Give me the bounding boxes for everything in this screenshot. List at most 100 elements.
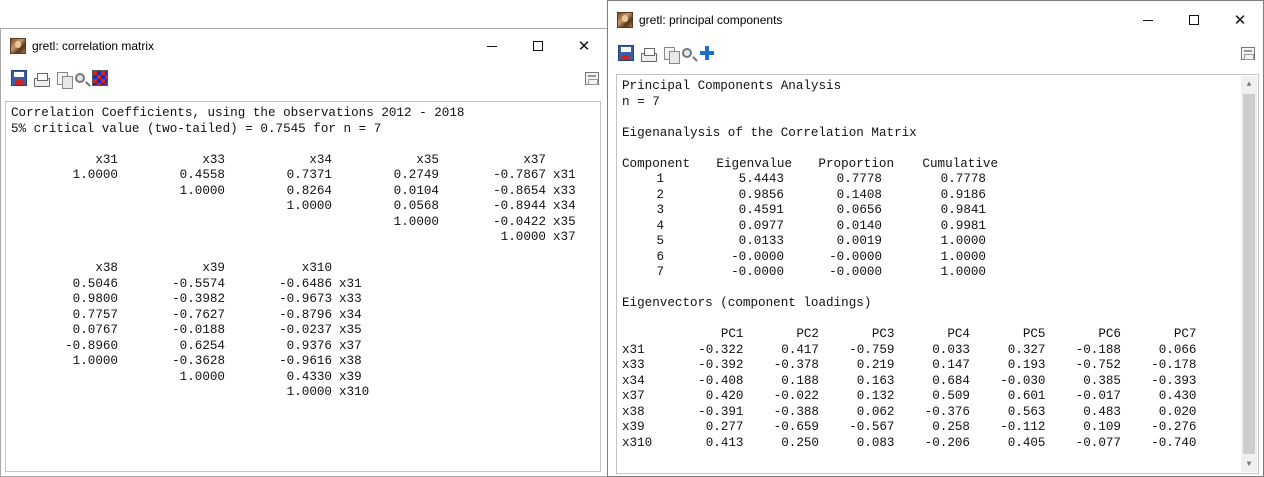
principal-components-window: gretl: principal components ✕ Principal … xyxy=(607,0,1264,477)
eigen-cell: 3 xyxy=(656,203,664,217)
eigenvectors-title: Eigenvectors (component loadings) xyxy=(622,296,872,310)
loadings-cell: 0.193 xyxy=(1007,358,1046,372)
matrix-cell: 1.0000 xyxy=(393,214,439,229)
matrix-cell: 0.9800 xyxy=(72,292,118,306)
sample-size-line: n = 7 xyxy=(622,94,660,109)
eigenvector-table: PC1 PC2 PC3 PC4 PC5 PC6 PC7 x31 -0.322 0.417 -0.75… xyxy=(622,327,1258,451)
eigen-cell: -0.0000 xyxy=(731,249,784,264)
loadings-row-label: x39 xyxy=(622,420,645,434)
matrix-cell: 0.0104 xyxy=(393,183,439,198)
loadings-cell: -0.388 xyxy=(773,404,819,419)
column-header: x310 xyxy=(301,261,332,275)
loadings-cell: -0.393 xyxy=(1151,373,1197,388)
matrix-cell: -0.6486 xyxy=(279,276,332,291)
title-bar[interactable]: gretl: principal components ✕ xyxy=(608,1,1263,39)
matrix-cell: 1.0000 xyxy=(286,385,332,399)
maximize-button[interactable] xyxy=(515,29,561,63)
eigen-cell: -0.0000 xyxy=(829,249,882,264)
eigen-column-header: Cumulative xyxy=(922,156,998,171)
row-label: x31 xyxy=(339,276,362,291)
pca-heading: Principal Components Analysis xyxy=(622,79,842,93)
loadings-cell: 0.413 xyxy=(705,435,744,450)
loadings-row: x33 -0.392 -0.378 0.219 0.147 0.193 -0.752 -0.1… xyxy=(622,358,1258,374)
matrix-cell: -0.3982 xyxy=(172,292,225,306)
maximize-button[interactable] xyxy=(1171,1,1217,39)
matrix-row: 1.0000 x37 xyxy=(11,230,600,246)
matrix-cell: 0.7371 xyxy=(286,168,332,182)
eigen-cell: 1 xyxy=(656,172,664,186)
scrollbar-thumb[interactable] xyxy=(1243,94,1255,454)
copy-icon[interactable] xyxy=(664,46,680,64)
matrix-cell: 1.0000 xyxy=(72,354,118,368)
loadings-cell: 0.132 xyxy=(856,389,895,403)
row-label: x34 xyxy=(553,199,576,213)
matrix-cell: -0.0422 xyxy=(493,214,546,229)
window-list-icon[interactable] xyxy=(1241,46,1255,60)
matrix-cell: 1.0000 xyxy=(286,199,332,213)
eigen-column-header: Eigenvalue xyxy=(716,156,792,171)
loadings-cell: -0.178 xyxy=(1151,358,1197,372)
correlation-block-1: x31 x33 x34 x35 x37 1.0000 0.4558 0.7371 0.2749-… xyxy=(11,153,600,246)
row-label: x310 xyxy=(339,385,370,399)
find-icon[interactable] xyxy=(75,73,85,83)
matrix-cell: 0.0767 xyxy=(72,323,118,337)
matrix-cell: -0.3628 xyxy=(172,354,225,368)
loadings-cell: 0.066 xyxy=(1158,342,1197,357)
vertical-scrollbar[interactable]: ▲ ▼ xyxy=(1241,76,1257,472)
title-bar[interactable]: gretl: correlation matrix ✕ xyxy=(1,29,607,63)
loadings-cell: -0.017 xyxy=(1075,389,1121,403)
column-header: x33 xyxy=(202,152,225,167)
matrix-cell: 0.4330 xyxy=(286,369,332,384)
save-icon[interactable] xyxy=(11,70,27,86)
matrix-cell: -0.5574 xyxy=(172,276,225,291)
print-icon[interactable] xyxy=(641,47,657,62)
matrix-cell: -0.8960 xyxy=(65,338,118,353)
print-icon[interactable] xyxy=(34,72,50,87)
matrix-row: 0.7757 -0.7627 -0.8796 x34 xyxy=(11,308,600,324)
eigen-row: 1 5.4443 0.7778 0.7778 xyxy=(622,172,1258,188)
window-title: gretl: correlation matrix xyxy=(32,39,155,53)
loadings-cell: 0.109 xyxy=(1083,420,1121,434)
eigen-row: 5 0.0133 0.0019 1.0000 xyxy=(622,234,1258,250)
loadings-cell: 0.277 xyxy=(705,420,744,434)
matrix-cell: -0.0188 xyxy=(172,323,225,337)
loadings-column-header: PC6 xyxy=(1098,327,1121,341)
loadings-cell: 0.483 xyxy=(1083,404,1121,419)
copy-icon[interactable] xyxy=(57,71,73,89)
loadings-cell: -0.112 xyxy=(1000,420,1046,434)
matrix-cell: -0.7867 xyxy=(493,168,546,182)
matrix-cell: -0.9673 xyxy=(279,292,332,306)
heatmap-icon[interactable] xyxy=(92,70,108,86)
matrix-cell: 0.5046 xyxy=(72,276,118,291)
find-icon[interactable] xyxy=(682,48,692,58)
matrix-row: 0.0767 -0.0188 -0.0237 x35 xyxy=(11,323,600,339)
toolbar xyxy=(1,63,607,93)
eigen-cell: 0.0656 xyxy=(836,203,882,217)
close-button[interactable]: ✕ xyxy=(561,29,607,63)
column-header: x37 xyxy=(523,152,546,167)
add-to-dataset-icon[interactable] xyxy=(699,45,715,61)
eigen-row: 3 0.4591 0.0656 0.9841 xyxy=(622,203,1258,219)
loadings-column-header: PC4 xyxy=(947,327,970,341)
loadings-row: x39 0.277 -0.659 -0.567 0.258 -0.112 0.109 -0.2… xyxy=(622,420,1258,436)
eigen-cell: -0.0000 xyxy=(829,265,882,279)
matrix-cell: -0.8796 xyxy=(279,307,332,322)
correlation-text-view[interactable]: Correlation Coefficients, using the obse… xyxy=(5,101,601,472)
close-button[interactable]: ✕ xyxy=(1217,1,1263,39)
loadings-cell: 0.509 xyxy=(932,389,970,403)
matrix-cell: 0.4558 xyxy=(179,168,225,182)
eigen-cell: 1.0000 xyxy=(940,249,986,264)
window-list-icon[interactable] xyxy=(585,71,599,85)
toolbar xyxy=(608,39,1263,67)
save-icon[interactable] xyxy=(618,45,634,61)
loadings-cell: 0.601 xyxy=(1007,389,1046,403)
loadings-cell: 0.327 xyxy=(1007,342,1046,357)
scroll-down-arrow-icon[interactable]: ▼ xyxy=(1241,456,1257,472)
loadings-cell: 0.188 xyxy=(781,373,819,388)
minimize-button[interactable] xyxy=(469,29,515,63)
minimize-button[interactable] xyxy=(1125,1,1171,39)
loadings-cell: 0.163 xyxy=(856,373,895,388)
scroll-up-arrow-icon[interactable]: ▲ xyxy=(1241,76,1257,92)
matrix-cell: 0.2749 xyxy=(393,168,439,182)
pca-text-view[interactable]: Principal Components Analysis n = 7 Eige… xyxy=(616,74,1259,474)
